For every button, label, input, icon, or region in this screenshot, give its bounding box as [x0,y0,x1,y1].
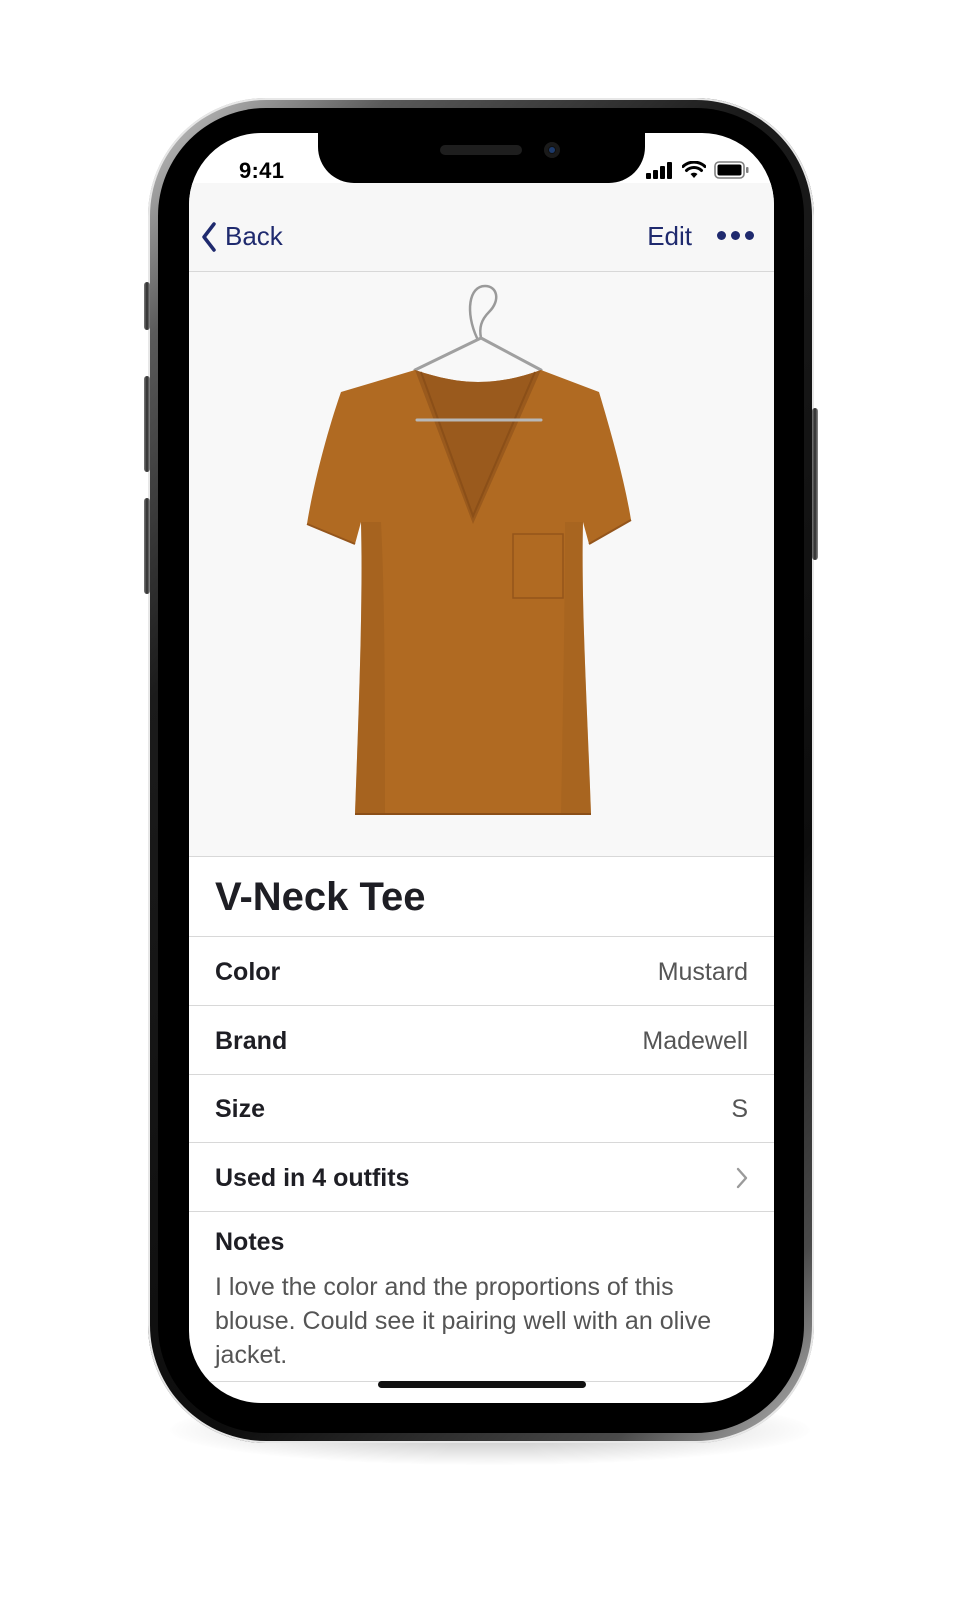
more-dot-icon [731,231,740,240]
detail-row-color: Color Mustard [189,937,774,1006]
detail-label: Brand [215,1027,288,1055]
chevron-right-icon [736,1167,748,1189]
detail-row-size: Size S [189,1074,774,1143]
used-in-outfits-row[interactable]: Used in 4 outfits [189,1143,774,1212]
status-time: 9:41 [239,158,285,183]
notch [318,133,645,183]
more-dot-icon [745,231,754,240]
cellular-signal-icon [646,162,672,179]
notes-text: I love the color and the proportions of … [215,1273,712,1369]
power-button [812,408,818,560]
detail-value: S [731,1095,748,1123]
notes-section: Notes I love the color and the proportio… [189,1212,774,1382]
status-icons [646,161,750,179]
front-camera [544,142,560,158]
item-title-row: V-Neck Tee [189,857,774,937]
item-title: V-Neck Tee [215,875,426,919]
detail-value: Madewell [642,1027,748,1055]
tshirt-on-hanger-image [306,284,632,815]
back-button[interactable]: Back [201,221,283,252]
volume-up-button [144,376,150,472]
more-dot-icon [717,231,726,240]
earpiece-speaker [440,145,522,155]
back-label: Back [225,221,283,251]
detail-value: Mustard [657,958,748,986]
edit-button[interactable]: Edit [647,221,692,252]
home-indicator[interactable] [378,1381,586,1388]
screen: 9:41 Back Edit V-Neck Tee Color Mustard … [189,133,774,1403]
detail-row-brand: Brand Madewell [189,1006,774,1075]
notes-label: Notes [215,1228,285,1256]
detail-label: Color [215,958,281,986]
wifi-icon [682,161,706,178]
detail-label: Size [215,1095,266,1123]
volume-down-button [144,498,150,594]
navigation-bar: Back Edit [189,183,774,272]
battery-icon [714,161,749,179]
more-options-button[interactable] [717,231,754,240]
mute-switch [144,282,150,330]
item-photo[interactable] [189,272,774,857]
chevron-left-icon [202,221,216,252]
used-in-outfits-label: Used in 4 outfits [215,1164,410,1192]
